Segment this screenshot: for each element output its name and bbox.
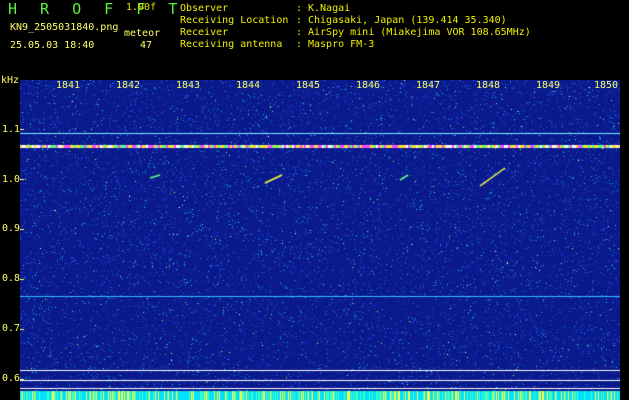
y-tick-label: 0.7 [2, 323, 21, 334]
y-tick-label: 1.1 [2, 124, 21, 135]
x-tick-label: 1841 [56, 80, 81, 91]
y-tick-label: 0.9 [2, 223, 21, 234]
info-row-antenna: Receiving antenna : Maspro FM-3 [180, 39, 531, 51]
x-tick-label: 1844 [236, 80, 261, 91]
info-separator: : [296, 3, 303, 14]
x-tick-label: 1842 [116, 80, 141, 91]
meteor-label: meteor [124, 28, 161, 39]
x-tick-label: 1846 [356, 80, 381, 91]
x-tick-label: 1848 [476, 80, 501, 91]
info-separator: : [296, 15, 303, 26]
info-separator: : [296, 27, 303, 38]
file-name: KN9_2505031840.png [10, 22, 119, 33]
meteor-count: 47 [140, 40, 153, 51]
info-value: Maspro FM-3 [308, 39, 375, 50]
info-row-observer: Observer : K.Nagai [180, 3, 531, 15]
info-key: Receiving antenna [180, 39, 283, 50]
info-key: Receiver [180, 27, 229, 38]
info-value: Chigasaki, Japan (139.414 35.340) [308, 15, 507, 26]
spectrogram-canvas [20, 80, 620, 400]
header-panel: H R O F F T 1.00f KN9_2505031840.png 25.… [0, 0, 629, 80]
info-separator: : [296, 39, 303, 50]
x-tick-label: 1845 [296, 80, 321, 91]
x-tick-label: 1843 [176, 80, 201, 91]
x-tick-label: 1847 [416, 80, 441, 91]
y-tick-label: 1.0 [2, 174, 21, 185]
info-row-receiver: Receiver : AirSpy mini (Miakejima VOR 10… [180, 27, 531, 39]
y-tick-label: 0.8 [2, 273, 21, 284]
app-version: 1.00f [126, 2, 157, 13]
info-value: K.Nagai [308, 3, 351, 14]
x-tick-label: 1849 [536, 80, 561, 91]
info-key: Observer [180, 3, 229, 14]
station-info: Observer : K.Nagai Receiving Location : … [180, 3, 531, 51]
info-value: AirSpy mini (Miakejima VOR 108.65MHz) [308, 27, 531, 38]
info-row-location: Receiving Location : Chigasaki, Japan (1… [180, 15, 531, 27]
x-tick-label: 1850 [594, 80, 619, 91]
y-tick-label: 0.6 [2, 373, 21, 384]
app-title: H R O F F T [8, 0, 185, 18]
info-key: Receiving Location [180, 15, 289, 26]
frequency-unit-label: kHz [1, 75, 20, 86]
date-time: 25.05.03 18:40 [10, 40, 95, 51]
